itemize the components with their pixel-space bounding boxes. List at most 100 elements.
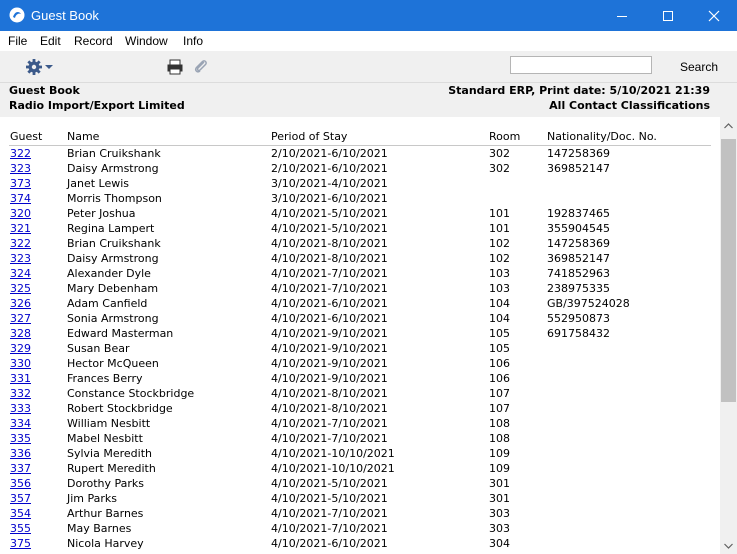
period-of-stay: 3/10/2021-4/10/2021 <box>271 177 388 190</box>
gear-icon <box>26 59 53 75</box>
column-header-name: Name <box>67 130 100 143</box>
period-of-stay: 4/10/2021-5/10/2021 <box>271 492 388 505</box>
minimize-button[interactable] <box>599 0 645 31</box>
guest-number-link[interactable]: 325 <box>10 282 31 295</box>
classification-filter: All Contact Classifications <box>549 99 710 112</box>
guest-number-link[interactable]: 356 <box>10 477 31 490</box>
chevron-up-icon <box>724 122 733 128</box>
guest-number-link[interactable]: 354 <box>10 507 31 520</box>
scroll-thumb[interactable] <box>721 139 736 402</box>
guest-number-link[interactable]: 334 <box>10 417 31 430</box>
table-row: 332 Constance Stockbridge 4/10/2021-8/10/2… <box>0 386 720 401</box>
guest-number-link[interactable]: 322 <box>10 147 31 160</box>
table-row: 373 Janet Lewis 3/10/2021-4/10/2021 <box>0 176 720 191</box>
table-row: 357 Jim Parks 4/10/2021-5/10/2021 301 <box>0 491 720 506</box>
room-number: 102 <box>489 237 510 250</box>
settings-menu-button[interactable] <box>24 57 56 77</box>
guest-number-link[interactable]: 326 <box>10 297 31 310</box>
guest-number-link[interactable]: 335 <box>10 432 31 445</box>
guest-number-link[interactable]: 332 <box>10 387 31 400</box>
guest-name: Rupert Meredith <box>67 462 156 475</box>
guest-number-link[interactable]: 375 <box>10 537 31 550</box>
guest-name: William Nesbitt <box>67 417 151 430</box>
menu-file[interactable]: File <box>8 34 27 48</box>
guest-name: Janet Lewis <box>67 177 130 190</box>
guest-number-link[interactable]: 329 <box>10 342 31 355</box>
title-bar: Guest Book <box>0 0 737 31</box>
menu-record[interactable]: Record <box>74 34 113 48</box>
menu-window[interactable]: Window <box>125 34 168 48</box>
app-logo-icon <box>9 7 25 23</box>
period-of-stay: 4/10/2021-7/10/2021 <box>271 417 388 430</box>
guest-number-link[interactable]: 337 <box>10 462 31 475</box>
period-of-stay: 4/10/2021-7/10/2021 <box>271 507 388 520</box>
period-of-stay: 4/10/2021-5/10/2021 <box>271 222 388 235</box>
table-row: 322 Brian Cruikshank 2/10/2021-6/10/2021 30… <box>0 146 720 161</box>
menu-info[interactable]: Info <box>183 34 203 48</box>
guest-number-link[interactable]: 331 <box>10 372 31 385</box>
guest-name: Sonia Armstrong <box>67 312 159 325</box>
room-number: 108 <box>489 432 510 445</box>
period-of-stay: 4/10/2021-5/10/2021 <box>271 207 388 220</box>
nationality-doc-no: 147258369 <box>547 147 610 160</box>
nationality-doc-no: 741852963 <box>547 267 610 280</box>
close-button[interactable] <box>691 0 737 31</box>
guest-number-link[interactable]: 320 <box>10 207 31 220</box>
guest-number-link[interactable]: 323 <box>10 252 31 265</box>
room-number: 103 <box>489 282 510 295</box>
report-name: Guest Book <box>9 84 80 97</box>
search-button[interactable]: Search <box>680 60 718 74</box>
menu-edit[interactable]: Edit <box>40 34 61 48</box>
table-row: 333 Robert Stockbridge 4/10/2021-8/10/2021… <box>0 401 720 416</box>
guest-number-link[interactable]: 355 <box>10 522 31 535</box>
room-number: 108 <box>489 417 510 430</box>
table-row: 354 Arthur Barnes 4/10/2021-7/10/2021 303 <box>0 506 720 521</box>
menu-bar: File Edit Record Window Info <box>0 31 737 51</box>
paperclip-icon <box>194 60 207 73</box>
guest-table-rows: 322 Brian Cruikshank 2/10/2021-6/10/2021 30… <box>0 146 720 551</box>
scroll-up-button[interactable] <box>720 117 737 134</box>
period-of-stay: 4/10/2021-8/10/2021 <box>271 387 388 400</box>
period-of-stay: 2/10/2021-6/10/2021 <box>271 162 388 175</box>
nationality-doc-no: 355904545 <box>547 222 610 235</box>
room-number: 105 <box>489 342 510 355</box>
nationality-doc-no: 552950873 <box>547 312 610 325</box>
guest-number-link[interactable]: 333 <box>10 402 31 415</box>
scroll-down-button[interactable] <box>720 537 737 554</box>
table-row: 320 Peter Joshua 4/10/2021-5/10/2021 101 192… <box>0 206 720 221</box>
company-name: Radio Import/Export Limited <box>9 99 185 112</box>
guest-name: Hector McQueen <box>67 357 159 370</box>
period-of-stay: 4/10/2021-8/10/2021 <box>271 252 388 265</box>
column-header-guest: Guest <box>10 130 43 143</box>
guest-number-link[interactable]: 330 <box>10 357 31 370</box>
guest-number-link[interactable]: 336 <box>10 447 31 460</box>
guest-name: Adam Canfield <box>67 297 148 310</box>
guest-number-link[interactable]: 322 <box>10 237 31 250</box>
guest-name: Edward Masterman <box>67 327 174 340</box>
guest-number-link[interactable]: 373 <box>10 177 31 190</box>
table-row: 328 Edward Masterman 4/10/2021-9/10/2021 10… <box>0 326 720 341</box>
guest-number-link[interactable]: 324 <box>10 267 31 280</box>
nationality-doc-no: GB/397524028 <box>547 297 630 310</box>
period-of-stay: 4/10/2021-9/10/2021 <box>271 327 388 340</box>
nationality-doc-no: 369852147 <box>547 252 610 265</box>
room-number: 301 <box>489 477 510 490</box>
guest-number-link[interactable]: 357 <box>10 492 31 505</box>
table-row: 321 Regina Lampert 4/10/2021-5/10/2021 101 3… <box>0 221 720 236</box>
maximize-button[interactable] <box>645 0 691 31</box>
guest-number-link[interactable]: 321 <box>10 222 31 235</box>
guest-number-link[interactable]: 327 <box>10 312 31 325</box>
print-button[interactable] <box>166 58 184 76</box>
guest-number-link[interactable]: 323 <box>10 162 31 175</box>
print-info: Standard ERP, Print date: 5/10/2021 21:3… <box>448 84 710 97</box>
room-number: 301 <box>489 492 510 505</box>
search-input[interactable] <box>510 56 652 74</box>
vertical-scrollbar[interactable] <box>720 117 737 554</box>
room-number: 106 <box>489 372 510 385</box>
guest-number-link[interactable]: 328 <box>10 327 31 340</box>
table-row: 324 Alexander Dyle 4/10/2021-7/10/2021 103 7… <box>0 266 720 281</box>
guest-number-link[interactable]: 374 <box>10 192 31 205</box>
table-row: 331 Frances Berry 4/10/2021-9/10/2021 106 <box>0 371 720 386</box>
attach-button[interactable] <box>192 58 210 76</box>
guest-name: Morris Thompson <box>67 192 162 205</box>
